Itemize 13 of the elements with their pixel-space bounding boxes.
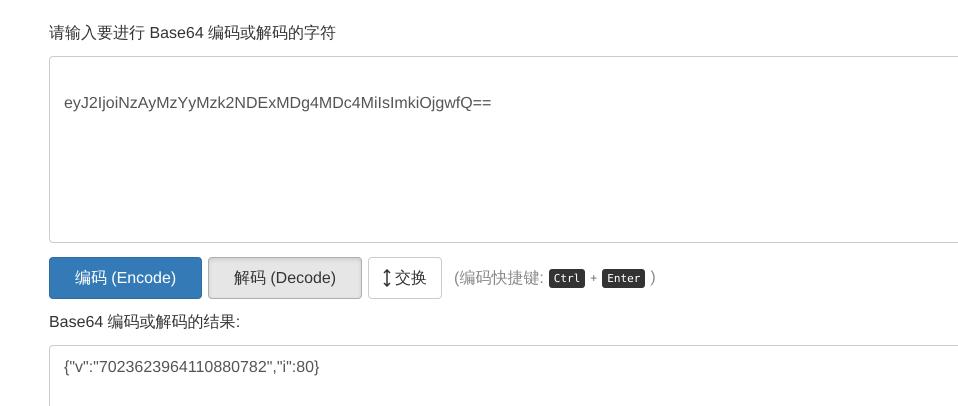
plus-sign: + [590,271,598,285]
input-field[interactable]: eyJ2IjoiNzAyMzYyMzk2NDExMDg4MDc4MiIsImkiOjgwfQ== [49,56,958,243]
key-label: Ctrl [548,268,586,288]
output-field[interactable]: {"v":"7023623964110880782","i":80} [49,345,958,406]
swap-button[interactable]: 交换 [368,257,442,299]
encode-button[interactable]: 编码 (Encode) [49,257,202,299]
key-label: Enter [602,268,646,288]
shortcut-hint: (编码快捷键: [454,268,544,288]
input-label: 请输入要进行 Base64 编码或解码的字符 [49,24,336,44]
decode-button[interactable]: 解码 (Decode) [208,257,362,299]
shortcut-hint-end: ) [650,269,656,287]
up-down-arrow-icon [383,269,391,287]
output-label: Base64 编码或解码的结果: [49,312,240,333]
